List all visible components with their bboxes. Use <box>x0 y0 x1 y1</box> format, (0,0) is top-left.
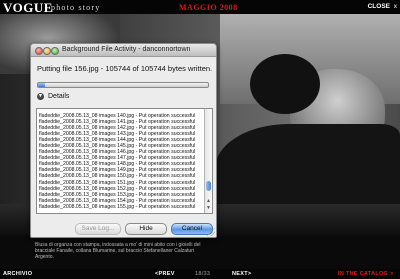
scroll-up-arrow-icon[interactable]: ▲ <box>205 198 212 205</box>
details-label: Details <box>48 93 70 100</box>
window-title: Background File Activity - danconnortown <box>62 45 191 53</box>
hide-button[interactable]: Hide <box>125 223 167 235</box>
zoom-window-button[interactable] <box>51 47 59 55</box>
log-line: fladeddie_2008.05.13_08 images 150.jpg -… <box>39 173 196 180</box>
issue-label: MAGGIO 2008 <box>179 3 238 12</box>
close-icon[interactable]: x <box>394 3 397 10</box>
log-line: fladeddie_2008.05.13_08 images 151.jpg -… <box>39 179 196 186</box>
log-line: fladeddie_2008.05.13_08 images 153.jpg -… <box>39 191 196 198</box>
next-link[interactable]: NEXT> <box>232 271 251 277</box>
log-lines: fladeddie_2008.05.13_08 images 140.jpg -… <box>39 113 195 210</box>
minimize-window-button[interactable] <box>43 47 51 55</box>
photo-credit: Blusa di organza con stampa, indossata a… <box>35 242 201 260</box>
close-window-button[interactable] <box>35 47 43 55</box>
archive-link[interactable]: ARCHIVIO <box>3 271 32 277</box>
window-titlebar[interactable]: Background File Activity - danconnortown <box>31 44 216 57</box>
disclosure-triangle-icon[interactable]: ▼ <box>37 93 44 100</box>
page-counter: 18/33 <box>195 271 211 277</box>
resize-grip-icon[interactable] <box>207 228 215 236</box>
progress-fill <box>38 83 45 87</box>
progress-bar <box>37 82 209 88</box>
background-activity-window: Background File Activity - danconnortown… <box>30 43 217 238</box>
log-line: fladeddie_2008.05.13_08 images 155.jpg -… <box>39 203 196 210</box>
activity-log[interactable]: fladeddie_2008.05.13_08 images 140.jpg -… <box>36 108 213 214</box>
details-toggle[interactable]: ▼ Details <box>37 93 69 100</box>
log-scrollbar[interactable]: ▲ ▼ <box>204 109 212 213</box>
photo-model-hair <box>250 54 320 114</box>
catalog-link[interactable]: IN THE CATALOG > <box>338 271 393 277</box>
prev-link[interactable]: <PREV <box>155 271 175 277</box>
log-line: fladeddie_2008.05.13_08 images 154.jpg -… <box>39 197 196 204</box>
transfer-status: Putting file 156.jpg - 105744 of 105744 … <box>37 64 213 73</box>
close-button[interactable]: CLOSE <box>368 3 390 10</box>
scroll-down-arrow-icon[interactable]: ▼ <box>205 205 212 212</box>
section-title: photo story <box>51 3 101 12</box>
log-line: fladeddie_2008.05.13_08 images 152.jpg -… <box>39 185 196 192</box>
save-log-button[interactable]: Save Log... <box>75 223 121 235</box>
scrollbar-thumb[interactable] <box>206 181 211 191</box>
vogue-logo[interactable]: VOGUE <box>3 1 53 14</box>
